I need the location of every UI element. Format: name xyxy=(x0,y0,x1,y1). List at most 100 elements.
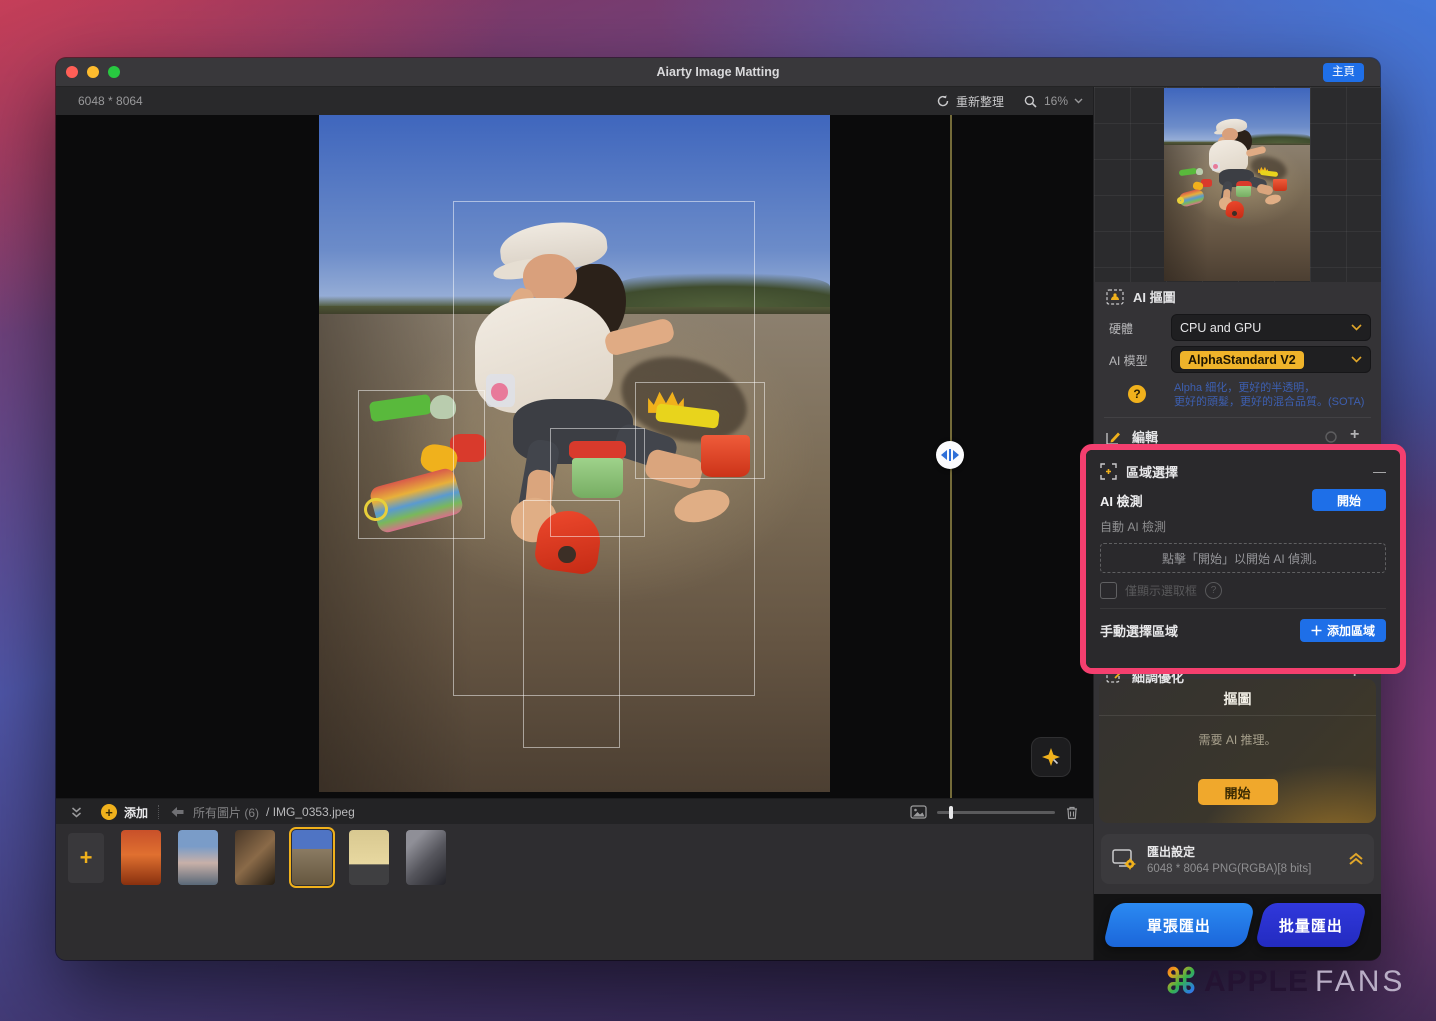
thumbnail-yellow-wall[interactable] xyxy=(349,830,389,885)
model-label: AI 模型 xyxy=(1109,352,1148,369)
manual-select-label: 手動選擇區域 xyxy=(1100,621,1178,640)
right-panel: AI 摳圖 硬體 CPU and GPU AI 模型 AlphaStandard… xyxy=(1093,87,1381,960)
thumbnail-beach-selected[interactable] xyxy=(292,830,332,885)
current-file-name: / IMG_0353.jpeg xyxy=(266,805,355,819)
watermark-fans: FANS xyxy=(1315,965,1405,999)
image-dimensions: 6048 * 8064 xyxy=(78,94,143,108)
checkbox[interactable] xyxy=(1100,582,1117,599)
compare-split-handle[interactable] xyxy=(936,441,964,469)
zoom-value: 16% xyxy=(1044,94,1068,108)
split-right-arrow-icon xyxy=(953,450,959,460)
hardware-value: CPU and GPU xyxy=(1180,321,1261,335)
title-bar: Aiarty Image Matting 主頁 xyxy=(56,58,1380,87)
desktop-wallpaper: Aiarty Image Matting 主頁 6048 * 8064 重新整理… xyxy=(0,0,1436,1021)
thumbnail-torii[interactable] xyxy=(121,830,161,885)
add-region-button[interactable]: 添加區域 xyxy=(1300,619,1386,642)
toy-bucket-green xyxy=(1236,186,1250,198)
detect-hint-box: 點擊「開始」以開始 AI 偵測。 xyxy=(1100,543,1386,573)
model-hint-line2: 更好的頭髮，更好的混合品質。(SOTA) xyxy=(1174,395,1364,409)
filmstrip-toolbar: + 添加 所有圖片 (6) / IMG_0353.jpeg xyxy=(56,798,1093,825)
tree-clump xyxy=(1249,133,1310,143)
chevron-down-icon xyxy=(1074,98,1083,104)
matting-title: 摳圖 xyxy=(1099,689,1376,709)
region-selection-card: 區域選擇 — AI 檢測 開始 自動 AI 檢測 點擊「開始」以開始 AI 偵測… xyxy=(1086,450,1400,668)
toy-cup-sage xyxy=(1196,168,1203,175)
checkbox-label: 僅顯示選取框 xyxy=(1125,582,1197,599)
zoom-control[interactable]: 16% xyxy=(1023,94,1083,109)
collapse-strip-icon[interactable] xyxy=(70,806,83,819)
export-button-strip: 單張匯出 批量匯出 xyxy=(1094,894,1381,960)
detection-box-left-toys xyxy=(358,390,485,539)
ai-matting-title: AI 摳圖 xyxy=(1133,287,1176,306)
matting-status: 需要 AI 推理。 xyxy=(1099,731,1376,748)
chevron-down-icon xyxy=(1351,356,1362,363)
preview-thumbnail[interactable] xyxy=(1164,88,1310,281)
watermark-apple: APPLE xyxy=(1204,965,1309,999)
add-region-label: 添加區域 xyxy=(1327,622,1375,639)
sparkle-icon xyxy=(1040,746,1062,768)
thumbnail-strip: + xyxy=(56,824,1105,891)
toy-bucket-red xyxy=(1273,179,1287,191)
split-left-arrow-icon xyxy=(941,450,947,460)
collection-label: 所有圖片 (6) xyxy=(193,804,259,821)
export-single-button[interactable]: 單張匯出 xyxy=(1103,903,1256,947)
region-selection-highlight: 區域選擇 — AI 檢測 開始 自動 AI 檢測 點擊「開始」以開始 AI 偵測… xyxy=(1080,444,1406,674)
apple-fans-watermark: ⌘ APPLE FANS xyxy=(1164,962,1405,1002)
auto-detect-label: 自動 AI 檢測 xyxy=(1100,518,1386,535)
refresh-control[interactable]: 重新整理 xyxy=(936,93,1004,110)
refresh-label: 重新整理 xyxy=(956,93,1004,110)
thumbnail-size-slider[interactable] xyxy=(937,811,1055,814)
export-settings-card[interactable]: 匯出設定 6048 * 8064 PNG(RGBA)[8 bits] xyxy=(1101,834,1374,884)
model-hint-line1: Alpha 細化，更好的半透明， xyxy=(1174,381,1364,395)
preview-area xyxy=(1094,87,1381,282)
checkbox-help-icon[interactable]: ? xyxy=(1205,582,1222,599)
thumbnail-size-icon xyxy=(910,805,927,819)
region-selection-title: 區域選擇 xyxy=(1126,462,1178,481)
export-settings-icon xyxy=(1111,847,1137,871)
model-hint: Alpha 細化，更好的半透明， 更好的頭髮，更好的混合品質。(SOTA) xyxy=(1174,381,1364,409)
detection-box-red-shovel xyxy=(523,500,620,748)
main-area: 6048 * 8064 重新整理 16% xyxy=(56,87,1093,960)
model-help-icon[interactable]: ? xyxy=(1128,385,1146,403)
ai-matting-icon xyxy=(1106,289,1124,305)
add-image-button[interactable]: + 添加 xyxy=(101,804,148,821)
command-logo-icon: ⌘ xyxy=(1164,962,1198,1002)
ai-detect-label: AI 檢測 xyxy=(1100,491,1143,510)
bottom-spacer xyxy=(56,891,1093,960)
export-batch-button[interactable]: 批量匯出 xyxy=(1255,903,1368,947)
magnifier-icon xyxy=(1023,94,1038,109)
model-value: AlphaStandard V2 xyxy=(1180,351,1304,369)
ai-detect-start-button[interactable]: 開始 xyxy=(1312,489,1386,511)
ai-matting-section-header: AI 摳圖 xyxy=(1106,287,1176,306)
model-dropdown[interactable]: AlphaStandard V2 xyxy=(1172,347,1370,372)
chevrons-up-icon[interactable] xyxy=(1348,852,1364,866)
slider-knob[interactable] xyxy=(949,806,953,819)
photo-beach-girl[interactable] xyxy=(319,115,830,792)
window-title: Aiarty Image Matting xyxy=(56,58,1380,86)
hardware-dropdown[interactable]: CPU and GPU xyxy=(1172,315,1370,340)
trash-icon[interactable] xyxy=(1065,805,1079,820)
refresh-icon xyxy=(936,94,950,108)
thumbnail-dog[interactable] xyxy=(235,830,275,885)
image-canvas xyxy=(56,115,1093,798)
matting-start-button[interactable]: 開始 xyxy=(1198,779,1278,805)
crosshair-plus-icon xyxy=(1311,625,1322,636)
add-label: 添加 xyxy=(124,804,148,821)
home-button[interactable]: 主頁 xyxy=(1323,63,1364,82)
add-image-tile[interactable]: + xyxy=(68,833,104,883)
ai-magic-button[interactable] xyxy=(1032,738,1070,776)
edit-add-icon[interactable]: + xyxy=(1350,426,1359,444)
chevron-down-icon xyxy=(1351,324,1362,331)
collapse-section-icon[interactable]: — xyxy=(1373,464,1386,479)
thumbnail-dark-portrait[interactable] xyxy=(406,830,446,885)
edit-reset-icon[interactable] xyxy=(1324,430,1338,444)
export-settings-detail: 6048 * 8064 PNG(RGBA)[8 bits] xyxy=(1147,863,1311,875)
thumbnail-child-outdoor[interactable] xyxy=(178,830,218,885)
canvas-toolbar: 6048 * 8064 重新整理 16% xyxy=(56,87,1093,115)
toy-shovel-red-hole xyxy=(1232,211,1237,216)
region-select-icon xyxy=(1100,463,1117,480)
matting-card: 摳圖 需要 AI 推理。 開始 xyxy=(1099,679,1376,823)
app-window: Aiarty Image Matting 主頁 6048 * 8064 重新整理… xyxy=(56,58,1380,960)
back-arrow-icon[interactable] xyxy=(170,806,185,818)
edit-pencil-icon xyxy=(1106,429,1123,445)
